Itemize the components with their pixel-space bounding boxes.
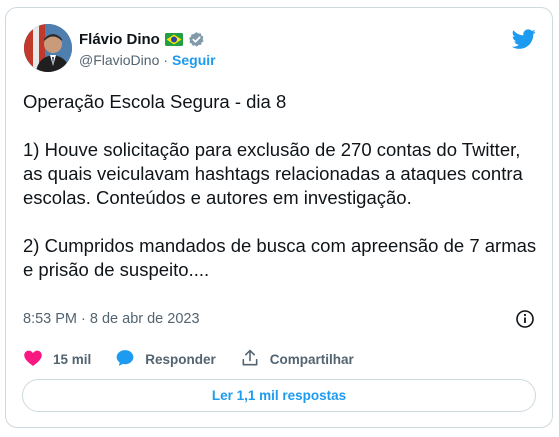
info-icon[interactable] [515, 309, 535, 329]
tweet-actions: 15 mil Responder Compartilhar [23, 348, 378, 371]
brazil-flag-icon [164, 33, 183, 46]
separator-dot: · [163, 52, 169, 68]
tweet-card[interactable]: Flávio Dino @FlavioDino · Seguir Operaçã… [5, 7, 553, 428]
follow-button[interactable]: Seguir [172, 52, 216, 68]
read-replies-label: Ler 1,1 mil respostas [211, 388, 347, 403]
like-button[interactable]: 15 mil [23, 348, 91, 371]
read-replies-button[interactable]: Ler 1,1 mil respostas [22, 379, 536, 412]
avatar[interactable] [24, 24, 72, 72]
author-name[interactable]: Flávio Dino [79, 31, 160, 48]
reply-bubble-icon [115, 348, 135, 371]
share-icon [240, 348, 260, 371]
like-count: 15 mil [53, 352, 92, 367]
share-button[interactable]: Compartilhar [240, 348, 354, 371]
verified-badge-icon [188, 31, 205, 48]
author-handle[interactable]: @FlavioDino [79, 52, 159, 68]
tweet-text: Operação Escola Segura - dia 8 1) Houve … [23, 91, 537, 280]
heart-icon [23, 348, 43, 371]
twitter-bird-icon[interactable] [511, 27, 536, 51]
reply-label: Responder [145, 352, 216, 367]
reply-button[interactable]: Responder [115, 348, 216, 371]
handle-row: @FlavioDino · Seguir [79, 52, 216, 68]
share-label: Compartilhar [269, 352, 354, 367]
tweet-timestamp[interactable]: 8:53 PM · 8 de abr de 2023 [23, 311, 200, 327]
author-name-row: Flávio Dino [79, 31, 205, 48]
